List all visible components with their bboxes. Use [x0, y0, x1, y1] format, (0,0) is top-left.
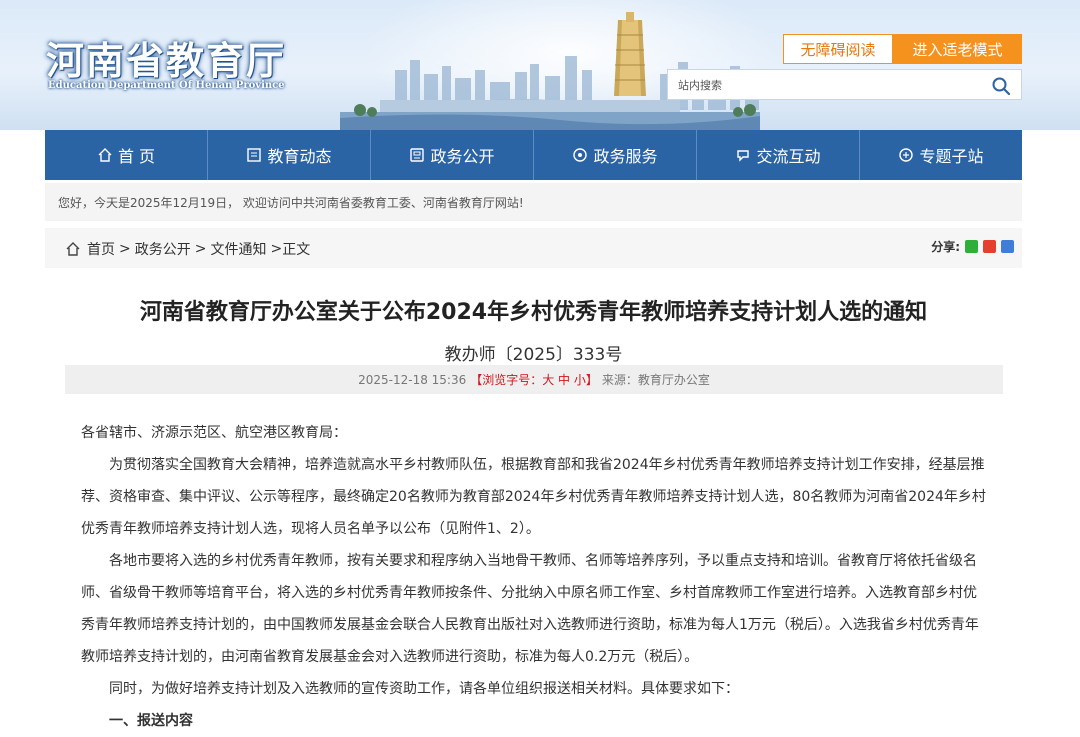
- article-meta: 2025-12-18 15:36 【浏览字号：大 中 小】 来源：教育厅办公室: [65, 365, 1003, 394]
- nav-item-interaction[interactable]: 交流互动: [697, 130, 860, 180]
- salutation: 各省辖市、济源示范区、航空港区教育局：: [81, 425, 347, 441]
- news-icon: [247, 148, 262, 162]
- breadcrumb-notices[interactable]: 文件通知: [210, 239, 266, 259]
- breadcrumb-current: 正文: [282, 242, 311, 258]
- search-input[interactable]: [678, 76, 978, 94]
- home-icon[interactable]: [65, 241, 81, 257]
- qq-share-icon[interactable]: [1001, 240, 1014, 253]
- nav-item-topics[interactable]: 专题子站: [860, 130, 1022, 180]
- breadcrumb-bar: 首页 > 政务公开 > 文件通知 > 正文 分享:: [45, 228, 1022, 268]
- document-number: 教办师〔2025〕333号: [444, 345, 623, 365]
- nav-label: 教育动态: [267, 147, 332, 166]
- header-banner: 河南省教育厅 Education Department Of Henan Pro…: [0, 0, 1080, 130]
- site-logo-title[interactable]: 河南省教育厅: [46, 30, 286, 85]
- nav-label: 首 页: [117, 147, 156, 166]
- section-heading: 一、报送内容: [109, 713, 193, 729]
- interact-icon: [737, 150, 750, 162]
- paragraph: 为贯彻落实全国教育大会精神，培养造就高水平乡村教师队伍，根据教育部和我省2024…: [81, 457, 986, 537]
- article-source: 来源：教育厅办公室: [601, 373, 710, 387]
- article-title: 河南省教育厅办公室关于公布2024年乡村优秀青年教师培养支持计划人选的通知: [139, 300, 928, 325]
- welcome-bar: 您好，今天是2025年12月19日， 欢迎访问中共河南省委教育工委、河南省教育厅…: [45, 183, 1022, 221]
- font-size-control[interactable]: 【浏览字号：大 中 小】: [470, 371, 598, 388]
- service-icon: [573, 148, 588, 162]
- share-label: 分享:: [931, 240, 960, 254]
- document-icon: [410, 148, 425, 162]
- breadcrumb-home[interactable]: 首页: [87, 239, 115, 259]
- paragraph: 同时，为做好培养支持计划及入选教师的宣传资助工作，请各单位组织报送相关材料。具体…: [109, 681, 739, 697]
- breadcrumb-separator: >: [270, 241, 283, 257]
- nav-item-gov-service[interactable]: 政务服务: [534, 130, 697, 180]
- topic-icon: [899, 148, 914, 162]
- wechat-share-icon[interactable]: [965, 240, 978, 253]
- publish-date: 2025-12-18 15:36: [358, 372, 467, 387]
- home-icon: [98, 148, 112, 162]
- main-nav: 首 页 教育动态 政务公开 政务服务 交流互动 专题子站: [45, 130, 1022, 180]
- nav-item-home[interactable]: 首 页: [45, 130, 208, 180]
- article-body: 各省辖市、济源示范区、航空港区教育局： 为贯彻落实全国教育大会精神，培养造就高水…: [81, 417, 989, 737]
- breadcrumb-gov-open[interactable]: 政务公开: [135, 239, 191, 259]
- breadcrumb: 首页 > 政务公开 > 文件通知 > 正文: [65, 239, 310, 259]
- share-bar: 分享:: [931, 238, 1014, 255]
- accessibility-button[interactable]: 无障碍阅读: [783, 34, 893, 64]
- breadcrumb-separator: >: [194, 241, 207, 257]
- search-box[interactable]: [667, 69, 1022, 100]
- paragraph: 各地市要将入选的乡村优秀青年教师，按有关要求和程序纳入当地骨干教师、名师等培养序…: [81, 553, 979, 665]
- nav-label: 政务服务: [593, 147, 658, 166]
- elder-mode-button[interactable]: 进入适老模式: [893, 34, 1022, 64]
- site-logo-subtitle: Education Department Of Henan Province: [48, 80, 285, 91]
- search-icon[interactable]: [991, 76, 1011, 96]
- nav-label: 交流互动: [756, 147, 821, 166]
- nav-label: 政务公开: [430, 147, 495, 166]
- nav-item-gov-open[interactable]: 政务公开: [371, 130, 534, 180]
- article-panel: 首页 > 政务公开 > 文件通知 > 正文 分享: 河南省教育厅办公室关于公布2…: [45, 228, 1022, 737]
- nav-label: 专题子站: [919, 147, 984, 166]
- breadcrumb-separator: >: [119, 241, 131, 257]
- weibo-share-icon[interactable]: [983, 240, 996, 253]
- nav-item-news[interactable]: 教育动态: [208, 130, 371, 180]
